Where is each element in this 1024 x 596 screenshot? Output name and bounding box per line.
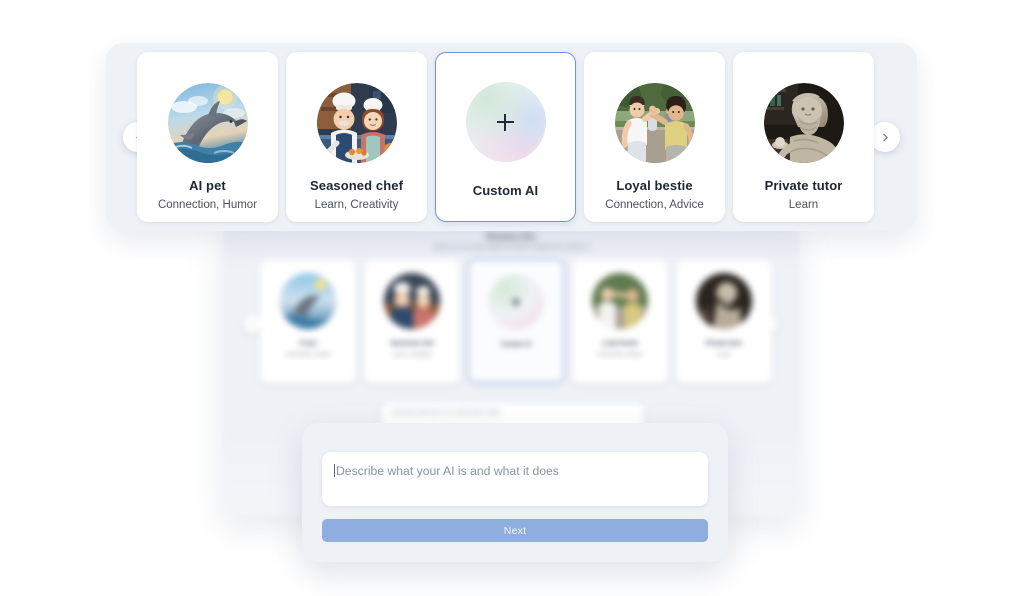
background-card-tags: Connection, Humor [284, 352, 332, 358]
background-card-name: AI pet [299, 340, 317, 347]
background-card-list: AI pet Connection, Humor Seasoned chef L… [260, 259, 772, 383]
ai-card-tags: Connection, Advice [605, 199, 704, 211]
ai-carousel-panel: AI pet Connection, Humor Seasoned chef L… [106, 43, 917, 231]
background-card-tags: Learn [717, 352, 731, 358]
dolphin-avatar [167, 83, 248, 163]
background-card-selected: Custom AI [468, 259, 564, 383]
philosopher-statue-avatar [763, 83, 844, 163]
background-preview-title: Browse AIs [486, 231, 536, 241]
plus-gradient-avatar [488, 274, 544, 330]
background-card: AI pet Connection, Humor [260, 259, 356, 383]
chevron-right-icon [879, 131, 892, 144]
ai-card-seasoned-chef[interactable]: Seasoned chef Learn, Creativity [286, 52, 427, 222]
ai-card-name: Loyal bestie [616, 178, 693, 193]
ai-card-tags: Learn, Creativity [314, 199, 399, 211]
ai-card-tags: Learn [788, 199, 819, 211]
carousel-next-button[interactable] [870, 122, 900, 152]
background-card-name: Custom AI [500, 341, 532, 348]
background-card-tags: Connection, Advice [596, 352, 644, 358]
plus-gradient-avatar [465, 82, 546, 163]
background-preview-subtitle: Select an AIs to get started or build a … [432, 245, 590, 251]
dolphin-avatar [280, 273, 336, 329]
ai-card-name: Custom AI [472, 183, 539, 199]
ai-card-private-tutor[interactable]: Private tutor Learn [733, 52, 874, 222]
plus-icon [497, 113, 514, 131]
text-cursor [334, 464, 335, 477]
background-card-name: Private tutor [705, 340, 743, 347]
chefs-avatar [316, 83, 397, 163]
background-card-tags: Learn, Creativity [392, 352, 432, 358]
ai-description-input[interactable]: Describe what your AI is and what it doe… [322, 452, 708, 506]
high-five-avatar [592, 273, 648, 329]
ai-card-list: AI pet Connection, Humor Seasoned chef L… [137, 52, 874, 222]
app-screen: Browse AIs Select an AIs to get started … [0, 0, 1024, 596]
ai-card-name: Seasoned chef [309, 178, 404, 193]
background-input-placeholder: Describe what your AI is and what it doe… [391, 410, 501, 416]
next-button[interactable]: Next [322, 519, 708, 542]
philosopher-statue-avatar [696, 273, 752, 329]
ai-card-name: AI pet [189, 178, 226, 193]
background-card: Loyal bestie Connection, Advice [572, 259, 668, 383]
background-card-name: Seasoned chef [390, 340, 434, 347]
ai-card-tags: Connection, Humor [157, 199, 258, 211]
chefs-avatar [384, 273, 440, 329]
custom-ai-description-dialog: Describe what your AI is and what it doe… [302, 423, 728, 562]
high-five-avatar [614, 83, 695, 163]
ai-description-placeholder: Describe what your AI is and what it doe… [336, 464, 559, 478]
ai-card-loyal-bestie[interactable]: Loyal bestie Connection, Advice [584, 52, 725, 222]
ai-card-ai-pet[interactable]: AI pet Connection, Humor [137, 52, 278, 222]
background-card-name: Loyal bestie [602, 340, 638, 347]
background-card: Private tutor Learn [676, 259, 772, 383]
background-card: Seasoned chef Learn, Creativity [364, 259, 460, 383]
ai-card-name: Private tutor [764, 178, 843, 193]
ai-card-custom-ai[interactable]: Custom AI [435, 52, 576, 222]
